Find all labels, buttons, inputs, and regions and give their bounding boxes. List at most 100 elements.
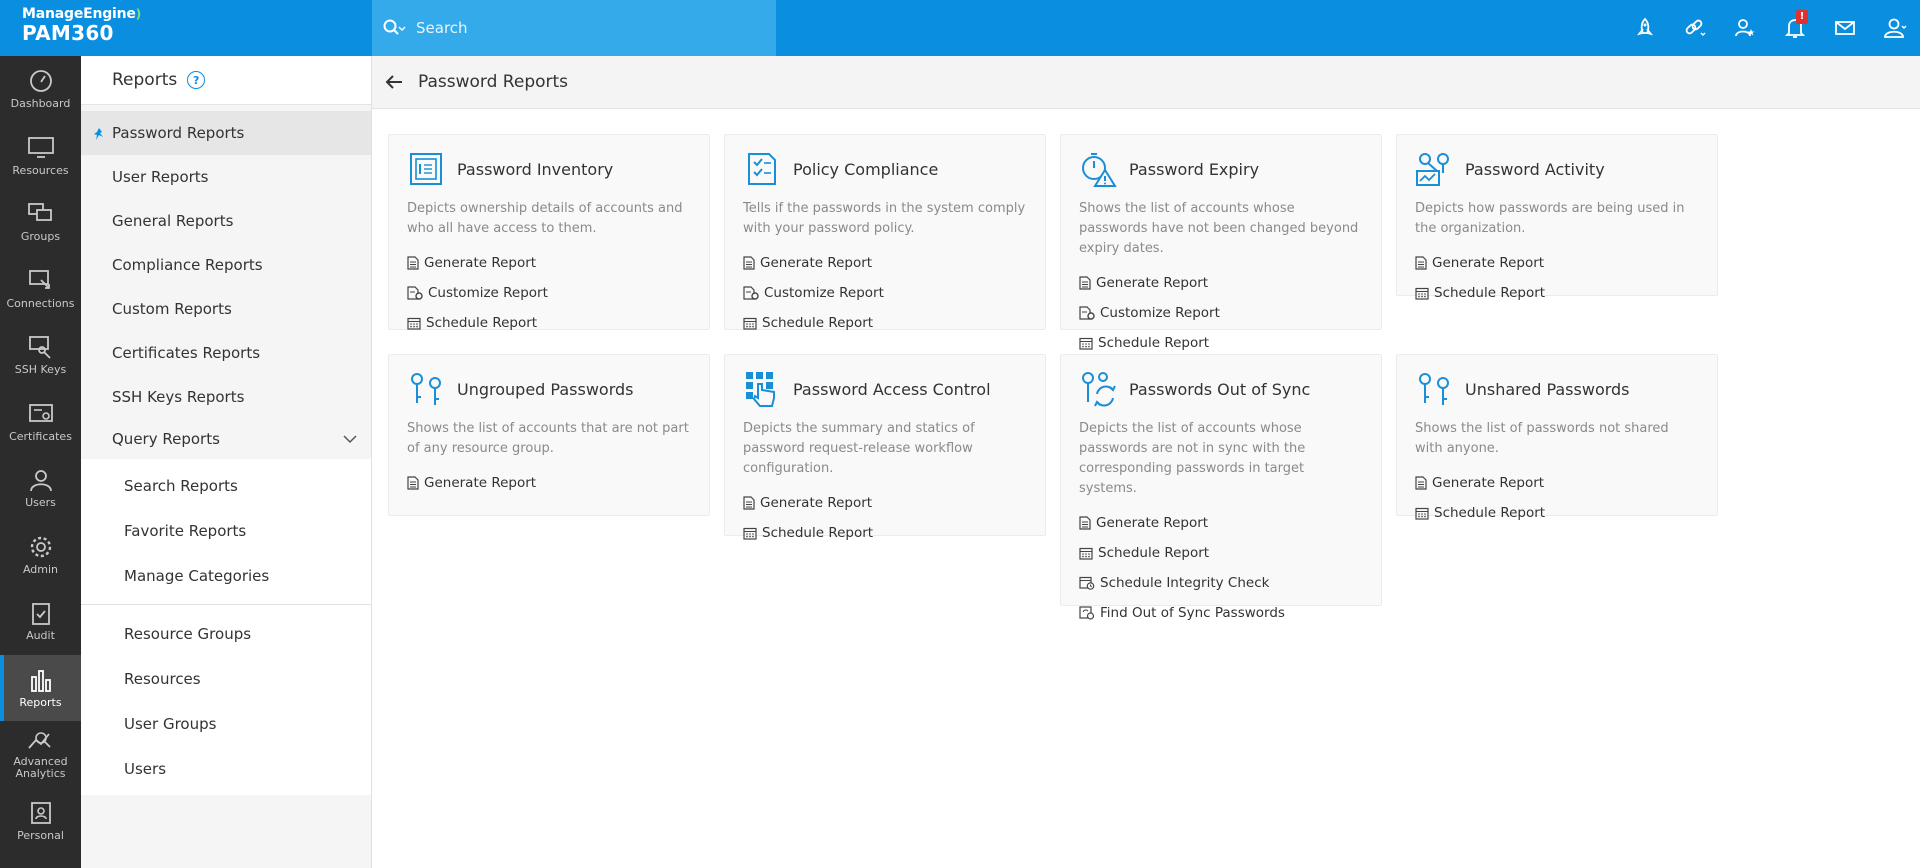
card-title: Ungrouped Passwords: [457, 379, 634, 399]
sidebar-item-manage-categories[interactable]: Manage Categories: [81, 553, 371, 598]
generate-report-link[interactable]: Generate Report: [1079, 511, 1208, 535]
rail-item-certificates[interactable]: Certificates: [0, 389, 81, 456]
generate-report-link[interactable]: Generate Report: [407, 471, 536, 495]
bar-chart-icon: [30, 669, 51, 692]
rail-label: Dashboard: [10, 97, 71, 111]
connection-icon: [28, 269, 50, 289]
schedule-report-link[interactable]: Schedule Report: [743, 311, 873, 335]
card-title: Password Inventory: [457, 159, 614, 179]
schedule-report-link[interactable]: Schedule Report: [407, 311, 537, 335]
profile-icon[interactable]: [1870, 0, 1920, 56]
brand-logo[interactable]: ManageEngine) PAM360: [0, 0, 372, 56]
sidebar-item-password-reports[interactable]: Password Reports: [81, 111, 371, 155]
find-out-of-sync-link[interactable]: Find Out of Sync Passwords: [1079, 601, 1285, 625]
calendar-icon: [1079, 337, 1093, 350]
card-description: Depicts how passwords are being used in …: [1415, 201, 1685, 236]
rocket-icon[interactable]: [1620, 0, 1670, 56]
rail-item-groups[interactable]: Groups: [0, 189, 81, 256]
search-input[interactable]: [416, 19, 756, 37]
sync-search-icon: [1079, 606, 1095, 620]
document-icon: [743, 256, 755, 270]
action-label: Customize Report: [428, 285, 548, 301]
document-gear-icon: [407, 286, 423, 300]
timer-warning-icon: [1079, 150, 1117, 188]
gauge-icon: [29, 70, 52, 93]
rail-item-resources[interactable]: Resources: [0, 123, 81, 190]
action-label: Generate Report: [760, 495, 873, 511]
document-icon: [1415, 476, 1427, 490]
sidebar-item-user-groups[interactable]: User Groups: [81, 701, 371, 746]
schedule-report-link[interactable]: Schedule Report: [1415, 501, 1545, 525]
reports-sidebar: Reports ? Password Reports User Reports …: [81, 56, 372, 868]
calendar-icon: [743, 527, 757, 540]
sidebar-item-custom-reports[interactable]: Custom Reports: [81, 287, 371, 331]
search-icon[interactable]: [372, 18, 416, 38]
action-label: Schedule Report: [762, 525, 874, 541]
back-arrow-icon[interactable]: [384, 74, 404, 90]
sidebar-item-general-reports[interactable]: General Reports: [81, 199, 371, 243]
generate-report-link[interactable]: Generate Report: [743, 251, 872, 275]
action-label: Schedule Integrity Check: [1100, 575, 1270, 591]
customize-report-link[interactable]: Customize Report: [1079, 301, 1220, 325]
sidebar-item-compliance-reports[interactable]: Compliance Reports: [81, 243, 371, 287]
group-icon: [27, 203, 52, 222]
schedule-report-link[interactable]: Schedule Report: [743, 521, 873, 545]
rail-label: Audit: [26, 629, 55, 643]
sync-keys-icon: [1079, 370, 1117, 408]
pin-icon: [94, 128, 103, 140]
customize-report-link[interactable]: Customize Report: [407, 281, 548, 305]
sidebar-item-resource-groups[interactable]: Resource Groups: [81, 611, 371, 656]
rail-item-reports[interactable]: Reports: [0, 654, 81, 721]
rail-label: Admin: [22, 562, 59, 576]
schedule-report-link[interactable]: Schedule Report: [1079, 331, 1209, 355]
customize-report-link[interactable]: Customize Report: [743, 281, 884, 305]
schedule-report-link[interactable]: Schedule Report: [1079, 541, 1209, 565]
rail-item-personal[interactable]: Personal: [0, 788, 81, 855]
rail-item-audit[interactable]: Audit: [0, 588, 81, 655]
sidebar-item-certificates-reports[interactable]: Certificates Reports: [81, 331, 371, 375]
rail-item-admin[interactable]: Admin: [0, 522, 81, 589]
user-star-icon[interactable]: [1720, 0, 1770, 56]
card-title: Password Activity: [1465, 159, 1605, 179]
sidebar-item-label: Search Reports: [124, 476, 238, 495]
sidebar-item-resources[interactable]: Resources: [81, 656, 371, 701]
generate-report-link[interactable]: Generate Report: [743, 491, 872, 515]
sidebar-title: Reports: [112, 70, 178, 90]
top-bar: ManageEngine) PAM360 !: [0, 0, 1920, 56]
sidebar-item-query-reports[interactable]: Query Reports: [81, 419, 371, 459]
sidebar-item-favorite-reports[interactable]: Favorite Reports: [81, 508, 371, 553]
sidebar-item-ssh-keys-reports[interactable]: SSH Keys Reports: [81, 375, 371, 419]
sidebar-item-label: Manage Categories: [124, 566, 270, 585]
rail-label: Reports: [19, 695, 62, 709]
document-gear-icon: [1079, 306, 1095, 320]
card-description: Shows the list of accounts whose passwor…: [1079, 201, 1359, 256]
schedule-report-link[interactable]: Schedule Report: [1415, 281, 1545, 305]
bell-icon[interactable]: !: [1770, 0, 1820, 56]
main-content: Password Reports Password Inventory Depi…: [372, 56, 1920, 868]
rail-item-ssh-keys[interactable]: SSH Keys: [0, 322, 81, 389]
generate-report-link[interactable]: Generate Report: [1079, 271, 1208, 295]
card-title: Password Expiry: [1129, 159, 1260, 179]
chevron-down-icon[interactable]: [343, 434, 357, 444]
rail-label: Resources: [12, 163, 69, 177]
generate-report-link[interactable]: Generate Report: [407, 251, 536, 275]
document-icon: [407, 256, 419, 270]
generate-report-link[interactable]: Generate Report: [1415, 251, 1544, 275]
rail-item-users[interactable]: Users: [0, 455, 81, 522]
sidebar-item-search-reports[interactable]: Search Reports: [81, 463, 371, 508]
rail-item-connections[interactable]: Connections: [0, 256, 81, 323]
search-bar[interactable]: [372, 0, 776, 56]
brand-arc-icon: ): [135, 7, 142, 21]
sidebar-item-label: Custom Reports: [112, 300, 232, 318]
rail-item-dashboard[interactable]: Dashboard: [0, 56, 81, 123]
sidebar-item-users[interactable]: Users: [81, 746, 371, 791]
links-icon[interactable]: [1670, 0, 1720, 56]
rail-item-advanced-analytics[interactable]: Advanced Analytics: [0, 721, 81, 788]
schedule-integrity-check-link[interactable]: Schedule Integrity Check: [1079, 571, 1269, 595]
sidebar-item-user-reports[interactable]: User Reports: [81, 155, 371, 199]
mail-icon[interactable]: [1820, 0, 1870, 56]
generate-report-link[interactable]: Generate Report: [1415, 471, 1544, 495]
rail-label: Groups: [20, 230, 61, 244]
left-rail: Dashboard Resources Groups Connections S…: [0, 56, 81, 868]
help-icon[interactable]: ?: [187, 71, 206, 89]
